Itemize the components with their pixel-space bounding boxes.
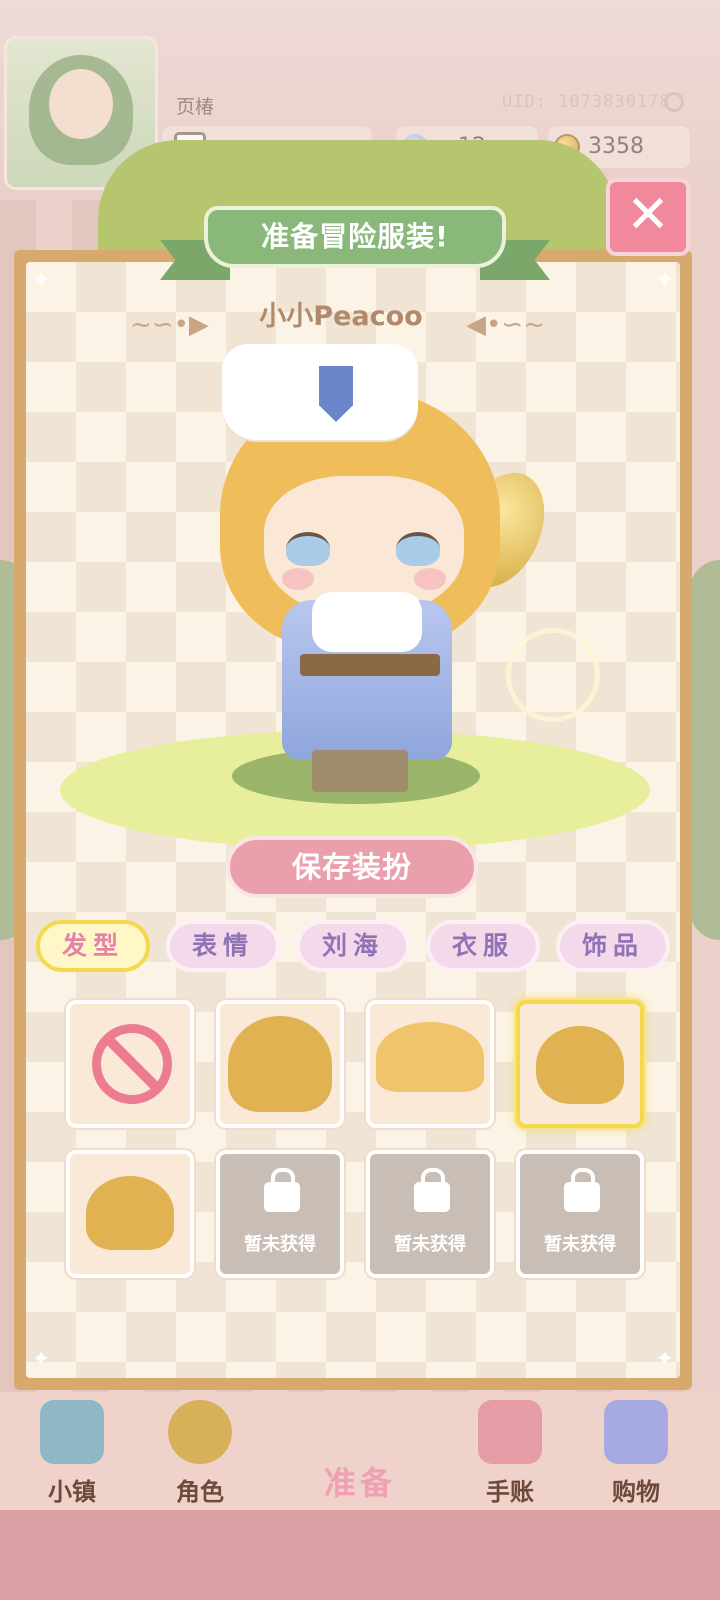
swirl-left-icon: ~∽•▶: [130, 310, 209, 340]
nav-town-label: 小镇: [48, 1478, 96, 1506]
no-icon: [92, 1024, 172, 1104]
hair-round-icon: [228, 1016, 332, 1112]
item-hair-bowl[interactable]: [366, 1000, 494, 1128]
tab-bangs[interactable]: 刘海: [296, 920, 410, 972]
locked-label: 暂未获得: [244, 1234, 316, 1255]
character-name: 小小Peacoo: [259, 301, 423, 332]
item-hair-round[interactable]: [216, 1000, 344, 1128]
character-collar: [312, 592, 422, 652]
hair-fluffy-icon: [86, 1176, 174, 1250]
eye-right: [396, 532, 440, 566]
sparkle-icon: ✦: [655, 268, 674, 293]
item-hair-messy[interactable]: [516, 1000, 644, 1128]
locked-label: 暂未获得: [544, 1234, 616, 1255]
tab-accessories[interactable]: 饰品: [556, 920, 670, 972]
lock-icon: [264, 1168, 300, 1212]
sparkle-icon: ✦: [655, 1347, 674, 1372]
hair-bowl-icon: [376, 1022, 484, 1092]
character-preview: [200, 330, 562, 792]
locked-label: 暂未获得: [394, 1234, 466, 1255]
hat-badge-icon: [319, 366, 353, 422]
nav-character-label: 角色: [176, 1478, 224, 1506]
character-legs: [312, 750, 408, 792]
nav-prepare-label: 准备: [323, 1464, 396, 1502]
sparkle-icon: ✦: [32, 268, 51, 293]
journal-icon: [478, 1400, 542, 1464]
lock-icon: [564, 1168, 600, 1212]
modal-title: 准备冒险服装!: [204, 206, 506, 268]
hair-messy-icon: [536, 1026, 624, 1104]
bottom-edge: [0, 1510, 720, 1600]
eye-left: [286, 532, 330, 566]
shopping-bag-icon: [604, 1400, 668, 1464]
cheek-left: [282, 568, 314, 590]
title-banner: 准备冒险服装!: [160, 200, 550, 290]
item-none[interactable]: [66, 1000, 194, 1128]
item-hair-fluffy[interactable]: [66, 1150, 194, 1278]
nav-journal-label: 手账: [486, 1478, 534, 1506]
tab-hairstyle[interactable]: 发型: [36, 920, 150, 972]
nav-town[interactable]: 小镇: [22, 1400, 122, 1507]
close-button[interactable]: ✕: [606, 178, 690, 256]
town-map-icon: [40, 1400, 104, 1464]
tab-clothes[interactable]: 衣服: [426, 920, 540, 972]
character-belt: [300, 654, 440, 676]
lock-icon: [414, 1168, 450, 1212]
item-locked[interactable]: 暂未获得: [366, 1150, 494, 1278]
nav-character[interactable]: 角色: [150, 1400, 250, 1507]
nav-journal[interactable]: 手账: [460, 1400, 560, 1507]
nav-prepare[interactable]: 准备: [270, 1440, 450, 1510]
character-icon: [168, 1400, 232, 1464]
character-hat: [222, 344, 418, 440]
nav-shopping-label: 购物: [612, 1478, 660, 1506]
tab-expression[interactable]: 表情: [166, 920, 280, 972]
save-outfit-button[interactable]: 保存装扮: [226, 836, 478, 898]
cheek-right: [414, 568, 446, 590]
item-locked[interactable]: 暂未获得: [216, 1150, 344, 1278]
sparkle-icon: ✦: [32, 1347, 51, 1372]
item-locked[interactable]: 暂未获得: [516, 1150, 644, 1278]
nav-shopping[interactable]: 购物: [586, 1400, 686, 1507]
